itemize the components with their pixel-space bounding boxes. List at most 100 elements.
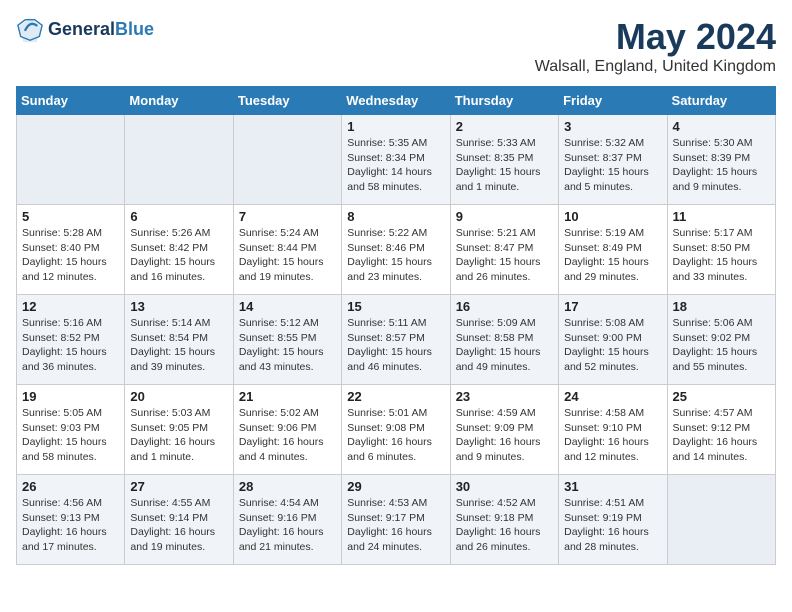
calendar-cell — [667, 475, 775, 565]
calendar-cell: 3Sunrise: 5:32 AM Sunset: 8:37 PM Daylig… — [559, 115, 667, 205]
page-header: GeneralBlue May 2024 Walsall, England, U… — [16, 16, 776, 76]
calendar-cell: 30Sunrise: 4:52 AM Sunset: 9:18 PM Dayli… — [450, 475, 558, 565]
calendar-cell: 19Sunrise: 5:05 AM Sunset: 9:03 PM Dayli… — [17, 385, 125, 475]
calendar-cell: 15 Sunrise: 5:11 AM Sunset: 8:57 PM Dayli… — [342, 295, 450, 385]
calendar-cell: 12 Sunrise: 5:16 AM Sunset: 8:52 PM Dayli… — [17, 295, 125, 385]
day-number: 1 — [347, 119, 444, 134]
calendar-cell: 21Sunrise: 5:02 AM Sunset: 9:06 PM Dayli… — [233, 385, 341, 475]
day-number: 2 — [456, 119, 553, 134]
calendar-cell: 23Sunrise: 4:59 AM Sunset: 9:09 PM Dayli… — [450, 385, 558, 475]
calendar-cell: 11 Sunrise: 5:17 AM Sunset: 8:50 PM Dayli… — [667, 205, 775, 295]
day-info: Sunrise: 5:19 AM Sunset: 8:49 PM Dayligh… — [564, 226, 661, 285]
calendar-cell: 4 Sunrise: 5:30 AM Sunset: 8:39 PM Daylig… — [667, 115, 775, 205]
header-tuesday: Tuesday — [233, 87, 341, 115]
day-info: Sunrise: 5:21 AM Sunset: 8:47 PM Dayligh… — [456, 226, 553, 285]
day-info: Sunrise: 4:53 AM Sunset: 9:17 PM Dayligh… — [347, 496, 444, 555]
calendar-cell: 29Sunrise: 4:53 AM Sunset: 9:17 PM Dayli… — [342, 475, 450, 565]
calendar-week-row: 19Sunrise: 5:05 AM Sunset: 9:03 PM Dayli… — [17, 385, 776, 475]
day-info: Sunrise: 4:58 AM Sunset: 9:10 PM Dayligh… — [564, 406, 661, 465]
day-number: 18 — [673, 299, 770, 314]
day-info: Sunrise: 5:08 AM Sunset: 9:00 PM Dayligh… — [564, 316, 661, 375]
day-number: 8 — [347, 209, 444, 224]
calendar-cell: 16 Sunrise: 5:09 AM Sunset: 8:58 PM Dayli… — [450, 295, 558, 385]
header-monday: Monday — [125, 87, 233, 115]
day-number: 30 — [456, 479, 553, 494]
day-info: Sunrise: 4:57 AM Sunset: 9:12 PM Dayligh… — [673, 406, 770, 465]
day-number: 15 — [347, 299, 444, 314]
day-number: 22 — [347, 389, 444, 404]
day-number: 24 — [564, 389, 661, 404]
day-number: 31 — [564, 479, 661, 494]
day-number: 3 — [564, 119, 661, 134]
day-number: 14 — [239, 299, 336, 314]
calendar-week-row: 26 Sunrise: 4:56 AM Sunset: 9:13 PM Dayli… — [17, 475, 776, 565]
calendar-cell: 18 Sunrise: 5:06 AM Sunset: 9:02 PM Dayli… — [667, 295, 775, 385]
day-number: 20 — [130, 389, 227, 404]
day-info: Sunrise: 4:51 AM Sunset: 9:19 PM Dayligh… — [564, 496, 661, 555]
calendar-cell: 8 Sunrise: 5:22 AM Sunset: 8:46 PM Daylig… — [342, 205, 450, 295]
day-number: 17 — [564, 299, 661, 314]
day-info: Sunrise: 5:02 AM Sunset: 9:06 PM Dayligh… — [239, 406, 336, 465]
day-number: 13 — [130, 299, 227, 314]
calendar-cell — [125, 115, 233, 205]
logo-general: General — [48, 19, 115, 39]
calendar-body: 1 Sunrise: 5:35 AM Sunset: 8:34 PM Daylig… — [17, 115, 776, 565]
day-info: Sunrise: 4:56 AM Sunset: 9:13 PM Dayligh… — [22, 496, 119, 555]
calendar-cell: 2 Sunrise: 5:33 AM Sunset: 8:35 PM Daylig… — [450, 115, 558, 205]
day-info: Sunrise: 5:17 AM Sunset: 8:50 PM Dayligh… — [673, 226, 770, 285]
day-info: Sunrise: 5:06 AM Sunset: 9:02 PM Dayligh… — [673, 316, 770, 375]
calendar-cell: 26 Sunrise: 4:56 AM Sunset: 9:13 PM Dayli… — [17, 475, 125, 565]
calendar-week-row: 5 Sunrise: 5:28 AM Sunset: 8:40 PM Daylig… — [17, 205, 776, 295]
day-info: Sunrise: 5:16 AM Sunset: 8:52 PM Dayligh… — [22, 316, 119, 375]
logo-icon — [16, 16, 44, 44]
day-number: 16 — [456, 299, 553, 314]
day-number: 12 — [22, 299, 119, 314]
day-number: 10 — [564, 209, 661, 224]
calendar-cell: 7 Sunrise: 5:24 AM Sunset: 8:44 PM Daylig… — [233, 205, 341, 295]
calendar-cell: 14 Sunrise: 5:12 AM Sunset: 8:55 PM Dayli… — [233, 295, 341, 385]
day-number: 28 — [239, 479, 336, 494]
calendar-cell: 6Sunrise: 5:26 AM Sunset: 8:42 PM Daylig… — [125, 205, 233, 295]
day-number: 6 — [130, 209, 227, 224]
day-number: 4 — [673, 119, 770, 134]
day-number: 26 — [22, 479, 119, 494]
calendar-cell: 31 Sunrise: 4:51 AM Sunset: 9:19 PM Dayli… — [559, 475, 667, 565]
calendar-cell — [17, 115, 125, 205]
day-info: Sunrise: 5:09 AM Sunset: 8:58 PM Dayligh… — [456, 316, 553, 375]
calendar-cell — [233, 115, 341, 205]
logo: GeneralBlue — [16, 16, 154, 44]
calendar-week-row: 12 Sunrise: 5:16 AM Sunset: 8:52 PM Dayli… — [17, 295, 776, 385]
calendar-header: Sunday Monday Tuesday Wednesday Thursday… — [17, 87, 776, 115]
day-info: Sunrise: 5:24 AM Sunset: 8:44 PM Dayligh… — [239, 226, 336, 285]
day-info: Sunrise: 5:35 AM Sunset: 8:34 PM Dayligh… — [347, 136, 444, 195]
day-info: Sunrise: 5:22 AM Sunset: 8:46 PM Dayligh… — [347, 226, 444, 285]
day-info: Sunrise: 5:12 AM Sunset: 8:55 PM Dayligh… — [239, 316, 336, 375]
day-info: Sunrise: 5:03 AM Sunset: 9:05 PM Dayligh… — [130, 406, 227, 465]
logo-blue: Blue — [115, 19, 154, 39]
day-info: Sunrise: 5:11 AM Sunset: 8:57 PM Dayligh… — [347, 316, 444, 375]
calendar-cell: 20 Sunrise: 5:03 AM Sunset: 9:05 PM Dayli… — [125, 385, 233, 475]
day-info: Sunrise: 4:55 AM Sunset: 9:14 PM Dayligh… — [130, 496, 227, 555]
calendar-cell: 22Sunrise: 5:01 AM Sunset: 9:08 PM Dayli… — [342, 385, 450, 475]
day-info: Sunrise: 5:05 AM Sunset: 9:03 PM Dayligh… — [22, 406, 119, 465]
day-number: 11 — [673, 209, 770, 224]
day-info: Sunrise: 5:33 AM Sunset: 8:35 PM Dayligh… — [456, 136, 553, 195]
day-number: 23 — [456, 389, 553, 404]
day-info: Sunrise: 5:30 AM Sunset: 8:39 PM Dayligh… — [673, 136, 770, 195]
calendar-cell: 5 Sunrise: 5:28 AM Sunset: 8:40 PM Daylig… — [17, 205, 125, 295]
day-number: 5 — [22, 209, 119, 224]
days-of-week-row: Sunday Monday Tuesday Wednesday Thursday… — [17, 87, 776, 115]
calendar-subtitle: Walsall, England, United Kingdom — [535, 58, 776, 76]
calendar-cell: 17 Sunrise: 5:08 AM Sunset: 9:00 PM Dayli… — [559, 295, 667, 385]
calendar-cell: 28 Sunrise: 4:54 AM Sunset: 9:16 PM Dayli… — [233, 475, 341, 565]
day-number: 7 — [239, 209, 336, 224]
day-info: Sunrise: 5:28 AM Sunset: 8:40 PM Dayligh… — [22, 226, 119, 285]
calendar-cell: 10 Sunrise: 5:19 AM Sunset: 8:49 PM Dayli… — [559, 205, 667, 295]
day-info: Sunrise: 4:54 AM Sunset: 9:16 PM Dayligh… — [239, 496, 336, 555]
calendar-cell: 27 Sunrise: 4:55 AM Sunset: 9:14 PM Dayli… — [125, 475, 233, 565]
header-saturday: Saturday — [667, 87, 775, 115]
header-wednesday: Wednesday — [342, 87, 450, 115]
calendar-cell: 25Sunrise: 4:57 AM Sunset: 9:12 PM Dayli… — [667, 385, 775, 475]
calendar-cell: 9Sunrise: 5:21 AM Sunset: 8:47 PM Daylig… — [450, 205, 558, 295]
day-number: 27 — [130, 479, 227, 494]
